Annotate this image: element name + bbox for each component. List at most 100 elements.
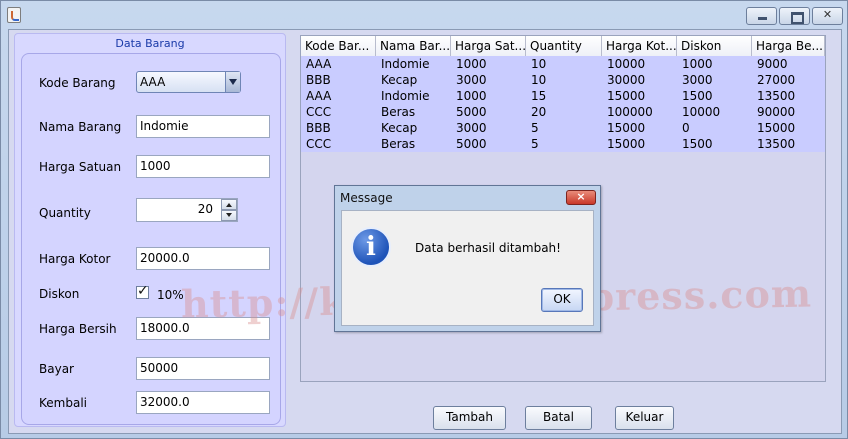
harga-bersih-label: Harga Bersih [39,322,117,336]
table-cell: 100000 [607,105,653,119]
table-cell: 30000 [607,73,646,87]
dialog-body: i Data berhasil ditambah! OK [341,210,594,326]
dialog-title: Message [340,191,393,205]
diskon-checkbox-label: 10% [157,288,184,302]
quantity-spinner[interactable]: 20 [136,198,238,222]
harga-satuan-field[interactable]: 1000 [136,155,270,178]
diskon-label: Diskon [39,287,80,301]
table-cell: 9000 [757,57,788,71]
quantity-label: Quantity [39,206,91,220]
table-row[interactable]: CCC Beras 5000 5 15000 1500 13500 [301,136,825,152]
table-cell: 90000 [757,105,796,119]
table-row[interactable]: BBB Kecap 3000 5 15000 0 15000 [301,120,825,136]
table-cell: AAA [306,89,332,103]
close-icon: ✕ [822,8,833,21]
table-cell: 10 [531,73,547,87]
table-cell: 10000 [607,57,646,71]
table-cell: 15000 [607,137,646,151]
column-header[interactable]: Harga Sat... [451,36,526,56]
maximize-button[interactable] [779,7,810,25]
table-cell: Kecap [381,121,418,135]
column-header[interactable]: Diskon [677,36,752,56]
batal-button[interactable]: Batal [525,406,592,430]
table-cell: Indomie [381,89,430,103]
title-bar[interactable]: ✕ [1,1,847,29]
table-cell: 5 [531,137,539,151]
table-cell: 10000 [682,105,721,119]
diskon-checkbox[interactable] [136,283,149,299]
table-cell: 0 [682,121,690,135]
column-header[interactable]: Kode Bar... [301,36,376,56]
table-cell: 15000 [607,89,646,103]
table-cell: 1500 [682,89,713,103]
column-header[interactable]: Harga Kot... [602,36,677,56]
table-row[interactable]: BBB Kecap 3000 10 30000 3000 27000 [301,72,825,88]
column-header[interactable]: Quantity [526,36,602,56]
close-icon: × [576,190,586,203]
table-cell: Beras [381,137,416,151]
table-cell: BBB [306,73,331,87]
table-cell: 5000 [456,105,487,119]
form-fields: Kode Barang AAA Nama Barang Indomie Harg… [21,53,281,425]
dropdown-arrow-icon[interactable] [225,72,240,92]
dialog-message: Data berhasil ditambah! [415,241,561,255]
kode-barang-label: Kode Barang [39,76,116,90]
spin-up-icon[interactable] [221,199,237,210]
table-cell: 3000 [456,121,487,135]
table-cell: 13500 [757,137,796,151]
table-cell: 10 [531,57,547,71]
keluar-button[interactable]: Keluar [615,406,674,430]
tambah-button[interactable]: Tambah [433,406,506,430]
quantity-value: 20 [197,202,213,216]
data-barang-panel: Data Barang Kode Barang AAA Nama Barang … [14,33,286,427]
table-cell: 3000 [456,73,487,87]
table-row[interactable]: AAA Indomie 1000 10 10000 1000 9000 [301,56,825,72]
table-cell: 5000 [456,137,487,151]
table-cell: 13500 [757,89,796,103]
table-cell: 15000 [757,121,796,135]
table-cell: 27000 [757,73,796,87]
table-cell: AAA [306,57,332,71]
table-cell: 1000 [456,89,487,103]
column-header[interactable]: Nama Bar... [376,36,451,56]
table-cell: 1500 [682,137,713,151]
table-cell: Beras [381,105,416,119]
table-cell: Kecap [381,73,418,87]
table-cell: 15 [531,89,547,103]
table-row[interactable]: AAA Indomie 1000 15 15000 1500 13500 [301,88,825,104]
nama-barang-label: Nama Barang [39,120,122,134]
harga-kotor-field[interactable]: 20000.0 [136,247,270,270]
table-row[interactable]: CCC Beras 5000 20 100000 10000 90000 [301,104,825,120]
table-cell: CCC [306,105,332,119]
table-body: AAA Indomie 1000 10 10000 1000 9000 BBB Kecap 300… [301,56,825,152]
bayar-label: Bayar [39,362,74,376]
spinner-buttons [221,199,237,221]
info-icon: i [351,227,391,267]
dialog-close-button[interactable]: × [566,190,596,205]
java-icon [7,7,21,23]
table-cell: 20 [531,105,547,119]
kembali-field[interactable]: 32000.0 [136,391,270,414]
kembali-label: Kembali [39,396,87,410]
table-cell: 15000 [607,121,646,135]
panel-title: Data Barang [115,37,185,50]
table-cell: 1000 [456,57,487,71]
bayar-field[interactable]: 50000 [136,357,270,380]
table-cell: 5 [531,121,539,135]
message-dialog: Message × i Data berhasil ditambah! OK [334,185,601,332]
kode-barang-combobox[interactable]: AAA [136,71,241,93]
nama-barang-field[interactable]: Indomie [136,115,270,138]
harga-satuan-label: Harga Satuan [39,160,122,174]
table-cell: Indomie [381,57,430,71]
table-header: Kode Bar... Nama Bar... Harga Sat... Qua… [301,36,825,56]
spin-down-icon[interactable] [221,210,237,221]
table-cell: 3000 [682,73,713,87]
table-cell: CCC [306,137,332,151]
minimize-button[interactable] [746,7,777,25]
ok-button[interactable]: OK [541,288,583,312]
column-header[interactable]: Harga Be... [752,36,825,56]
table-cell: BBB [306,121,331,135]
table-cell: 1000 [682,57,713,71]
close-window-button[interactable]: ✕ [812,7,843,25]
main-window: ✕ Data Barang Kode Barang AAA Nama Baran… [0,0,848,439]
